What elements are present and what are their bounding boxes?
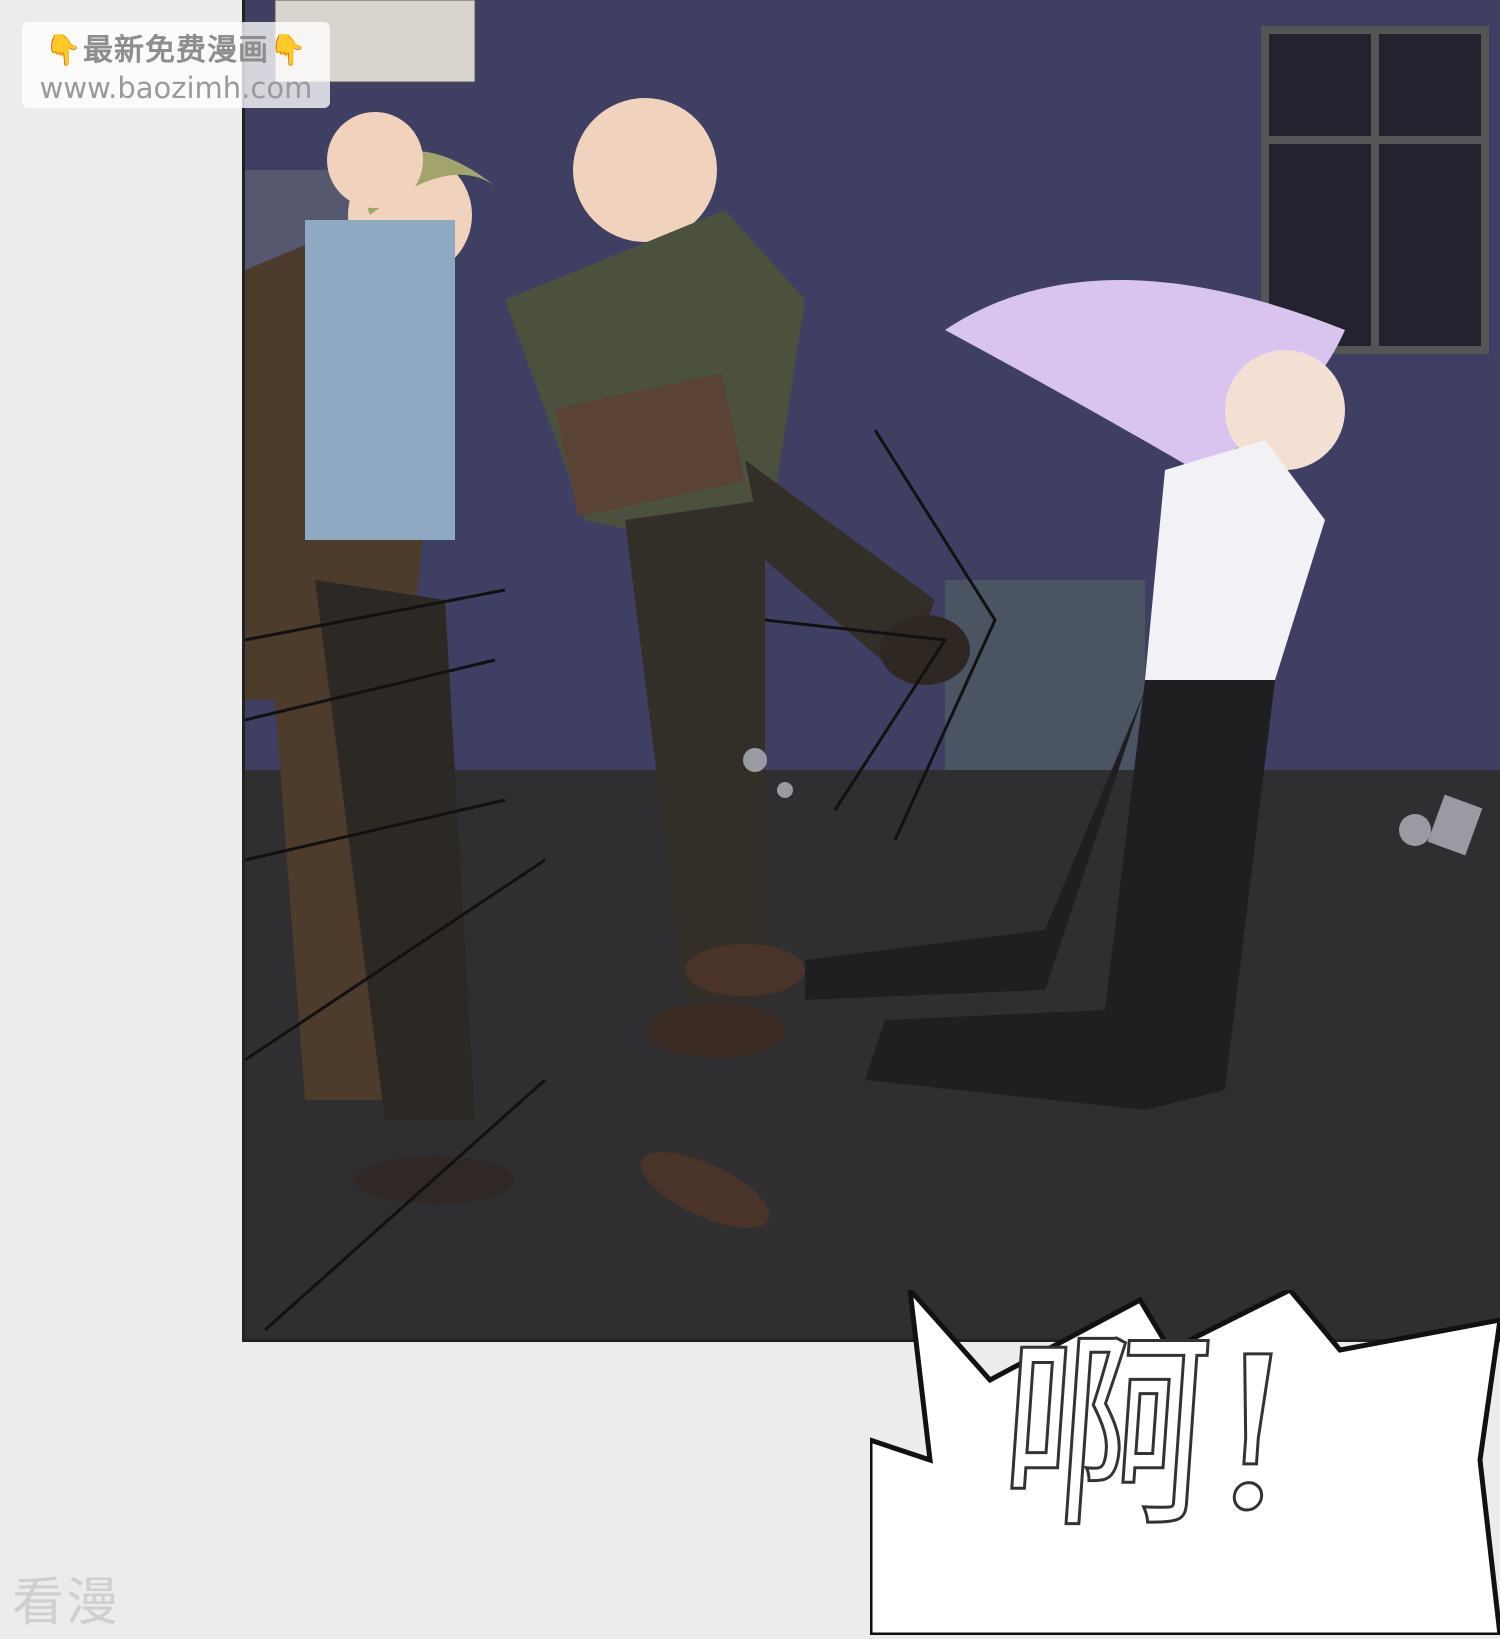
vent — [945, 580, 1145, 780]
panel-illustration — [245, 0, 1500, 1339]
sound-effect-text: 啊! — [990, 1311, 1305, 1559]
comic-panel — [242, 0, 1500, 1342]
watermark-badge: 👇最新免费漫画👇 www.baozimh.com — [22, 22, 330, 108]
watermark-url: www.baozimh.com — [39, 71, 313, 105]
watermark-title: 👇最新免费漫画👇 — [44, 33, 308, 68]
corner-watermark: 看漫 — [12, 1573, 121, 1633]
sound-effect-bubble: 啊! — [867, 1282, 1500, 1638]
